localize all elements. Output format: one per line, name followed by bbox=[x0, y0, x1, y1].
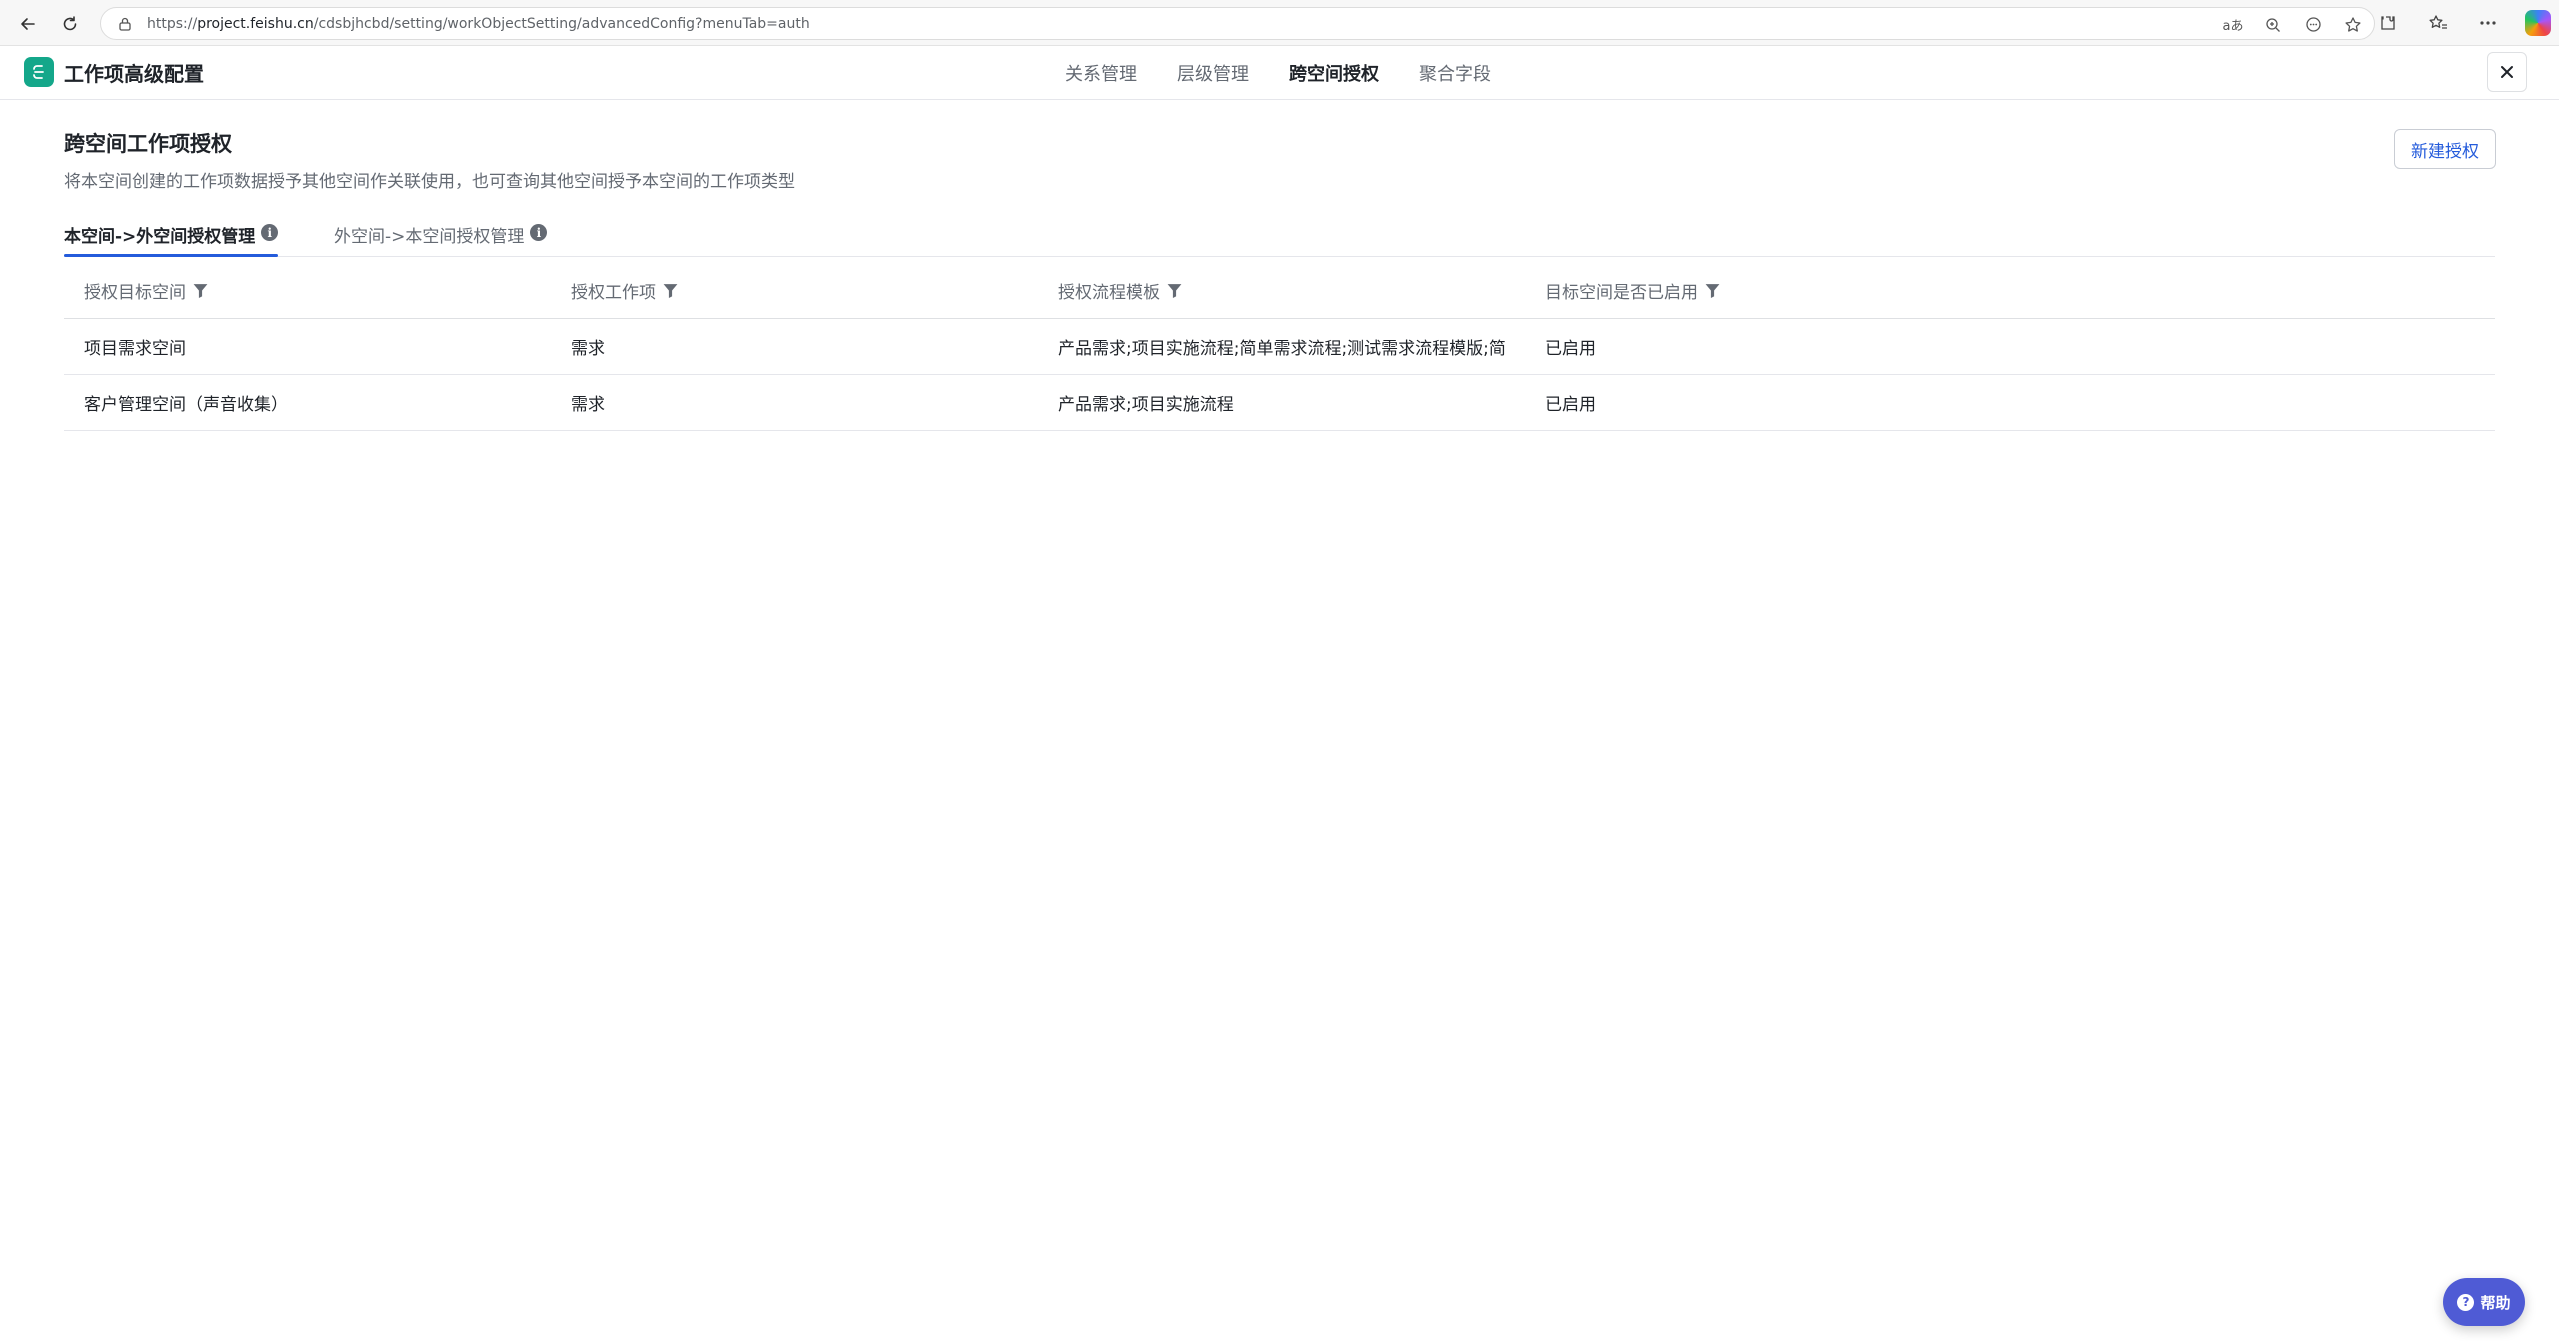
url-host: project.feishu.cn bbox=[197, 15, 314, 32]
section-description: 将本空间创建的工作项数据授予其他空间作关联使用，也可查询其他空间授予本空间的工作… bbox=[64, 172, 795, 192]
tab-incoming-auth-label: 外空间->本空间授权管理 bbox=[334, 227, 525, 247]
lock-icon bbox=[119, 17, 131, 31]
cell-enabled-status: 已启用 bbox=[1545, 395, 1596, 415]
address-bar-icons: aあ bbox=[2222, 8, 2364, 41]
tracking-icon[interactable] bbox=[2302, 14, 2324, 36]
reload-icon bbox=[63, 16, 77, 31]
tab-incoming-auth[interactable]: 外空间->本空间授权管理 i bbox=[334, 222, 548, 256]
column-header-flow-template: 授权流程模板 bbox=[1038, 278, 1525, 303]
extensions-icon[interactable] bbox=[2375, 10, 2401, 36]
app-header: 工作项高级配置 关系管理 层级管理 跨空间授权 聚合字段 bbox=[0, 46, 2559, 100]
filter-icon[interactable] bbox=[662, 282, 679, 299]
column-header-work-item: 授权工作项 bbox=[551, 278, 1038, 303]
help-button[interactable]: ? 帮助 bbox=[2443, 1278, 2525, 1326]
column-header-label: 授权目标空间 bbox=[84, 282, 186, 303]
cell-target-space: 项目需求空间 bbox=[84, 339, 186, 359]
more-icon[interactable] bbox=[2475, 10, 2501, 36]
new-authorization-button[interactable]: 新建授权 bbox=[2394, 129, 2496, 169]
cell-work-item: 需求 bbox=[571, 339, 605, 359]
arrow-left-icon bbox=[21, 18, 35, 30]
tab-relation-management[interactable]: 关系管理 bbox=[1065, 60, 1137, 86]
filter-icon[interactable] bbox=[1704, 282, 1721, 299]
filter-icon[interactable] bbox=[192, 282, 209, 299]
question-icon: ? bbox=[2457, 1293, 2475, 1311]
reload-button[interactable] bbox=[54, 8, 86, 40]
info-icon[interactable]: i bbox=[530, 224, 548, 241]
table-row[interactable]: 项目需求空间 需求 产品需求;项目实施流程;简单需求流程;测试需求流程模版;简 … bbox=[64, 319, 2495, 375]
copilot-logo bbox=[2525, 10, 2551, 36]
favorites-icon[interactable] bbox=[2425, 10, 2451, 36]
table-row[interactable]: 客户管理空间（声音收集） 需求 产品需求;项目实施流程 已启用 bbox=[64, 375, 2495, 431]
url-prefix: https:// bbox=[147, 15, 198, 32]
column-header-label: 授权工作项 bbox=[571, 282, 656, 303]
authorization-table: 授权目标空间 授权工作项 授权流程模板 目标空间是否已启用 项目需求空间 需求 … bbox=[64, 262, 2495, 431]
cell-target-space: 客户管理空间（声音收集） bbox=[84, 395, 288, 415]
cell-work-item: 需求 bbox=[571, 395, 605, 415]
column-header-target-space: 授权目标空间 bbox=[64, 278, 551, 303]
close-button[interactable] bbox=[2487, 52, 2527, 92]
copilot-icon[interactable] bbox=[2525, 10, 2551, 36]
zoom-icon[interactable] bbox=[2262, 14, 2284, 36]
tab-hierarchy-management[interactable]: 层级管理 bbox=[1177, 60, 1249, 86]
url-path: /cdsbjhcbd/setting/workObjectSetting/adv… bbox=[313, 15, 810, 32]
browser-right-icons bbox=[2375, 0, 2559, 46]
app-logo-icon bbox=[24, 57, 54, 87]
sub-tabs: 本空间->外空间授权管理 i 外空间->本空间授权管理 i bbox=[64, 218, 2495, 257]
section-title: 跨空间工作项授权 bbox=[64, 132, 232, 156]
help-label: 帮助 bbox=[2480, 1293, 2511, 1312]
info-icon[interactable]: i bbox=[261, 224, 279, 241]
page-title: 工作项高级配置 bbox=[64, 62, 204, 86]
tab-cross-space-auth[interactable]: 跨空间授权 bbox=[1289, 60, 1379, 86]
filter-icon[interactable] bbox=[1166, 282, 1183, 299]
favorite-star-icon[interactable] bbox=[2342, 14, 2364, 36]
read-aloud-icon[interactable]: aあ bbox=[2222, 14, 2244, 36]
column-header-label: 授权流程模板 bbox=[1058, 282, 1160, 303]
address-bar[interactable]: https://project.feishu.cn/cdsbjhcbd/sett… bbox=[100, 7, 2375, 40]
cell-flow-template: 产品需求;项目实施流程 bbox=[1058, 395, 1234, 415]
cell-flow-template: 产品需求;项目实施流程;简单需求流程;测试需求流程模版;简 bbox=[1058, 339, 1506, 359]
url-text: https://project.feishu.cn/cdsbjhcbd/sett… bbox=[147, 16, 810, 32]
browser-toolbar: https://project.feishu.cn/cdsbjhcbd/sett… bbox=[0, 0, 2559, 46]
tab-outgoing-auth-label: 本空间->外空间授权管理 bbox=[64, 227, 256, 247]
column-header-enabled: 目标空间是否已启用 bbox=[1525, 278, 2495, 303]
table-header: 授权目标空间 授权工作项 授权流程模板 目标空间是否已启用 bbox=[64, 262, 2495, 319]
cell-enabled-status: 已启用 bbox=[1545, 339, 1596, 359]
tab-aggregate-fields[interactable]: 聚合字段 bbox=[1419, 60, 1491, 86]
tab-outgoing-auth[interactable]: 本空间->外空间授权管理 i bbox=[64, 222, 279, 257]
top-tabs: 关系管理 层级管理 跨空间授权 聚合字段 bbox=[1065, 46, 1491, 100]
column-header-label: 目标空间是否已启用 bbox=[1545, 282, 1698, 303]
close-icon bbox=[2501, 66, 2513, 78]
back-button[interactable] bbox=[12, 8, 44, 40]
